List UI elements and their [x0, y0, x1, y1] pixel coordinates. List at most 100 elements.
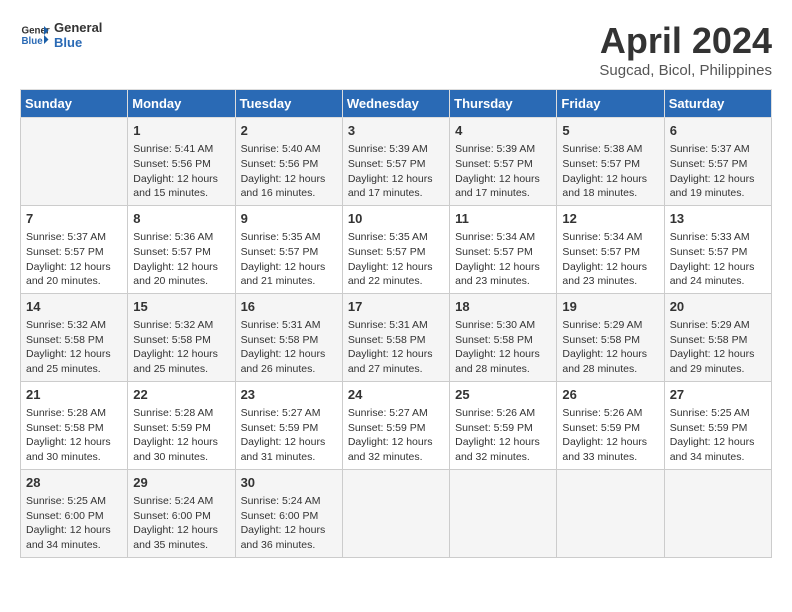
day-cell: 18 Sunrise: 5:30 AM Sunset: 5:58 PM Dayli…: [450, 293, 557, 381]
day-number: 13: [670, 210, 766, 228]
week-row-4: 28 Sunrise: 5:25 AM Sunset: 6:00 PM Dayli…: [21, 469, 772, 557]
logo-line2: Blue: [54, 35, 102, 50]
day-info: Sunrise: 5:34 AM Sunset: 5:57 PM Dayligh…: [455, 230, 551, 289]
logo-line1: General: [54, 20, 102, 35]
day-cell: 9 Sunrise: 5:35 AM Sunset: 5:57 PM Daylig…: [235, 205, 342, 293]
day-number: 25: [455, 386, 551, 404]
day-number: 30: [241, 474, 337, 492]
day-number: 1: [133, 122, 229, 140]
day-info: Sunrise: 5:37 AM Sunset: 5:57 PM Dayligh…: [670, 142, 766, 201]
day-cell: [557, 469, 664, 557]
day-cell: 12Sunrise: 5:34 AM Sunset: 5:57 PM Dayli…: [557, 205, 664, 293]
day-cell: 21 Sunrise: 5:28 AM Sunset: 5:58 PM Dayli…: [21, 381, 128, 469]
day-cell: [21, 118, 128, 206]
day-cell: 4 Sunrise: 5:39 AM Sunset: 5:57 PM Daylig…: [450, 118, 557, 206]
day-cell: 29 Sunrise: 5:24 AM Sunset: 6:00 PM Dayli…: [128, 469, 235, 557]
day-cell: 25 Sunrise: 5:26 AM Sunset: 5:59 PM Dayli…: [450, 381, 557, 469]
day-number: 24: [348, 386, 444, 404]
day-info: Sunrise: 5:34 AM Sunset: 5:57 PM Dayligh…: [562, 230, 658, 289]
title-area: April 2024 Sugcad, Bicol, Philippines: [599, 20, 772, 79]
col-header-sunday: Sunday: [21, 90, 128, 118]
day-info: Sunrise: 5:36 AM Sunset: 5:57 PM Dayligh…: [133, 230, 229, 289]
day-info: Sunrise: 5:25 AM Sunset: 5:59 PM Dayligh…: [670, 406, 766, 465]
day-cell: 15 Sunrise: 5:32 AM Sunset: 5:58 PM Dayli…: [128, 293, 235, 381]
day-number: 28: [26, 474, 122, 492]
day-info: Sunrise: 5:32 AM Sunset: 5:58 PM Dayligh…: [26, 318, 122, 377]
day-info: Sunrise: 5:28 AM Sunset: 5:59 PM Dayligh…: [133, 406, 229, 465]
day-info: Sunrise: 5:24 AM Sunset: 6:00 PM Dayligh…: [133, 494, 229, 553]
day-info: Sunrise: 5:31 AM Sunset: 5:58 PM Dayligh…: [348, 318, 444, 377]
day-info: Sunrise: 5:27 AM Sunset: 5:59 PM Dayligh…: [241, 406, 337, 465]
page-header: General Blue General Blue April 2024 Sug…: [20, 20, 772, 79]
day-number: 20: [670, 298, 766, 316]
day-info: Sunrise: 5:35 AM Sunset: 5:57 PM Dayligh…: [348, 230, 444, 289]
day-number: 8: [133, 210, 229, 228]
day-cell: 16 Sunrise: 5:31 AM Sunset: 5:58 PM Dayli…: [235, 293, 342, 381]
col-header-tuesday: Tuesday: [235, 90, 342, 118]
day-cell: 10 Sunrise: 5:35 AM Sunset: 5:57 PM Dayli…: [342, 205, 449, 293]
calendar-header-row: SundayMondayTuesdayWednesdayThursdayFrid…: [21, 90, 772, 118]
day-cell: 3Sunrise: 5:39 AM Sunset: 5:57 PM Daylig…: [342, 118, 449, 206]
day-cell: 22 Sunrise: 5:28 AM Sunset: 5:59 PM Dayli…: [128, 381, 235, 469]
day-info: Sunrise: 5:25 AM Sunset: 6:00 PM Dayligh…: [26, 494, 122, 553]
day-info: Sunrise: 5:41 AM Sunset: 5:56 PM Dayligh…: [133, 142, 229, 201]
day-cell: 13 Sunrise: 5:33 AM Sunset: 5:57 PM Dayli…: [664, 205, 771, 293]
day-cell: 5Sunrise: 5:38 AM Sunset: 5:57 PM Daylig…: [557, 118, 664, 206]
day-number: 21: [26, 386, 122, 404]
day-info: Sunrise: 5:40 AM Sunset: 5:56 PM Dayligh…: [241, 142, 337, 201]
day-info: Sunrise: 5:30 AM Sunset: 5:58 PM Dayligh…: [455, 318, 551, 377]
day-info: Sunrise: 5:39 AM Sunset: 5:57 PM Dayligh…: [455, 142, 551, 201]
svg-text:Blue: Blue: [22, 36, 44, 47]
col-header-wednesday: Wednesday: [342, 90, 449, 118]
day-number: 11: [455, 210, 551, 228]
day-info: Sunrise: 5:39 AM Sunset: 5:57 PM Dayligh…: [348, 142, 444, 201]
day-cell: 20Sunrise: 5:29 AM Sunset: 5:58 PM Dayli…: [664, 293, 771, 381]
day-info: Sunrise: 5:38 AM Sunset: 5:57 PM Dayligh…: [562, 142, 658, 201]
day-cell: 2Sunrise: 5:40 AM Sunset: 5:56 PM Daylig…: [235, 118, 342, 206]
day-number: 23: [241, 386, 337, 404]
day-cell: [664, 469, 771, 557]
day-info: Sunrise: 5:26 AM Sunset: 5:59 PM Dayligh…: [455, 406, 551, 465]
day-cell: 27 Sunrise: 5:25 AM Sunset: 5:59 PM Dayli…: [664, 381, 771, 469]
day-number: 14: [26, 298, 122, 316]
day-number: 18: [455, 298, 551, 316]
day-number: 27: [670, 386, 766, 404]
day-cell: 23 Sunrise: 5:27 AM Sunset: 5:59 PM Dayli…: [235, 381, 342, 469]
col-header-monday: Monday: [128, 90, 235, 118]
day-info: Sunrise: 5:29 AM Sunset: 5:58 PM Dayligh…: [562, 318, 658, 377]
day-number: 4: [455, 122, 551, 140]
day-cell: 8 Sunrise: 5:36 AM Sunset: 5:57 PM Daylig…: [128, 205, 235, 293]
day-number: 16: [241, 298, 337, 316]
col-header-saturday: Saturday: [664, 90, 771, 118]
logo-icon: General Blue: [20, 20, 50, 50]
day-number: 22: [133, 386, 229, 404]
week-row-2: 14 Sunrise: 5:32 AM Sunset: 5:58 PM Dayli…: [21, 293, 772, 381]
day-info: Sunrise: 5:32 AM Sunset: 5:58 PM Dayligh…: [133, 318, 229, 377]
day-number: 15: [133, 298, 229, 316]
day-number: 10: [348, 210, 444, 228]
day-info: Sunrise: 5:35 AM Sunset: 5:57 PM Dayligh…: [241, 230, 337, 289]
day-info: Sunrise: 5:31 AM Sunset: 5:58 PM Dayligh…: [241, 318, 337, 377]
day-cell: [342, 469, 449, 557]
day-number: 29: [133, 474, 229, 492]
location-subtitle: Sugcad, Bicol, Philippines: [599, 62, 772, 79]
day-cell: 30Sunrise: 5:24 AM Sunset: 6:00 PM Dayli…: [235, 469, 342, 557]
day-cell: 7Sunrise: 5:37 AM Sunset: 5:57 PM Daylig…: [21, 205, 128, 293]
calendar-table: SundayMondayTuesdayWednesdayThursdayFrid…: [20, 89, 772, 558]
day-number: 17: [348, 298, 444, 316]
week-row-3: 21 Sunrise: 5:28 AM Sunset: 5:58 PM Dayli…: [21, 381, 772, 469]
month-title: April 2024: [599, 20, 772, 62]
day-info: Sunrise: 5:33 AM Sunset: 5:57 PM Dayligh…: [670, 230, 766, 289]
day-number: 6: [670, 122, 766, 140]
week-row-1: 7Sunrise: 5:37 AM Sunset: 5:57 PM Daylig…: [21, 205, 772, 293]
col-header-thursday: Thursday: [450, 90, 557, 118]
day-cell: 1 Sunrise: 5:41 AM Sunset: 5:56 PM Daylig…: [128, 118, 235, 206]
logo: General Blue General Blue: [20, 20, 102, 50]
day-info: Sunrise: 5:28 AM Sunset: 5:58 PM Dayligh…: [26, 406, 122, 465]
day-cell: [450, 469, 557, 557]
day-number: 19: [562, 298, 658, 316]
week-row-0: 1 Sunrise: 5:41 AM Sunset: 5:56 PM Daylig…: [21, 118, 772, 206]
day-cell: 17 Sunrise: 5:31 AM Sunset: 5:58 PM Dayli…: [342, 293, 449, 381]
day-cell: 6 Sunrise: 5:37 AM Sunset: 5:57 PM Daylig…: [664, 118, 771, 206]
day-number: 9: [241, 210, 337, 228]
